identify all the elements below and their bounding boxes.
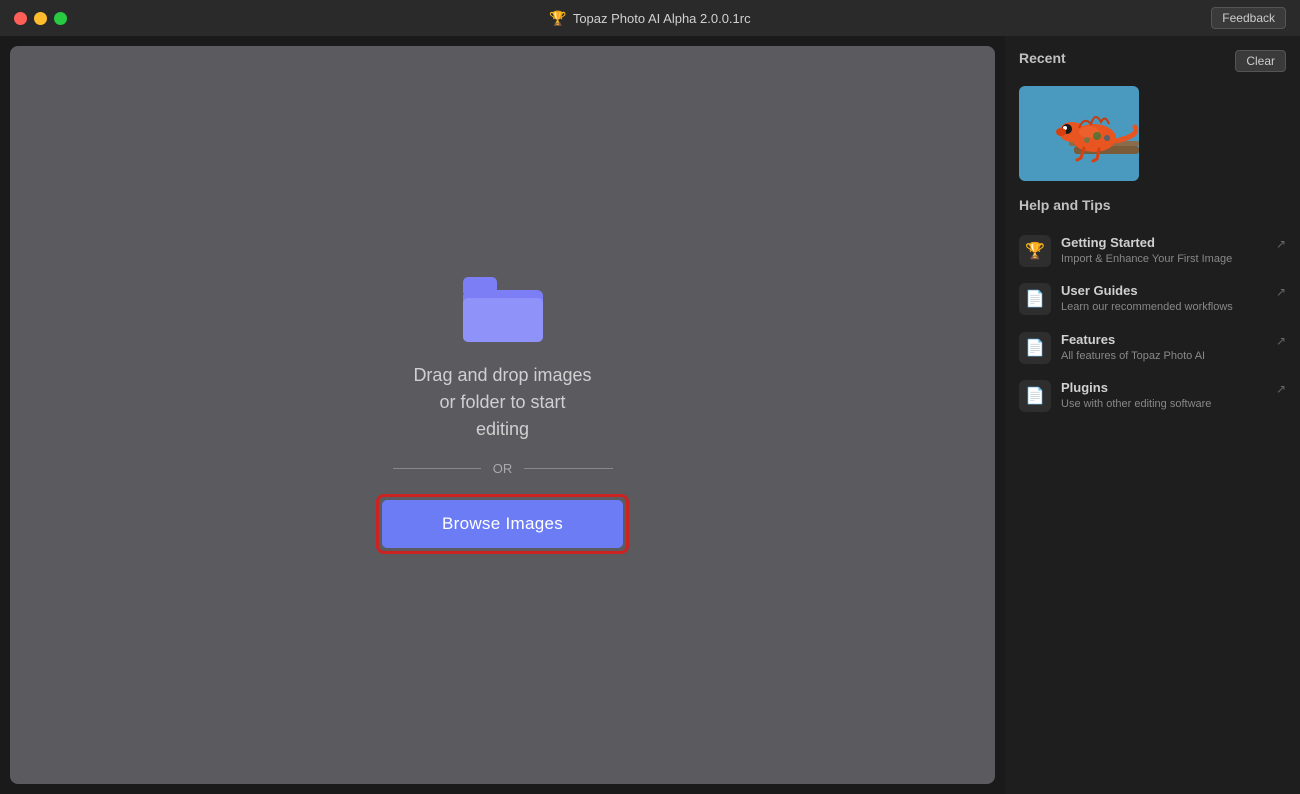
help-item-user-guides[interactable]: 📄 User Guides Learn our recommended work…	[1019, 275, 1286, 323]
help-item-getting-started[interactable]: 🏆 Getting Started Import & Enhance Your …	[1019, 227, 1286, 275]
features-title: Features	[1061, 332, 1266, 347]
divider-line-left	[393, 468, 481, 469]
sidebar: Recent Clear	[1005, 36, 1300, 794]
or-divider: OR	[393, 461, 613, 476]
help-item-features[interactable]: 📄 Features All features of Topaz Photo A…	[1019, 324, 1286, 372]
window-controls	[14, 12, 67, 25]
app-logo-icon: 🏆	[549, 10, 566, 27]
help-tips-title: Help and Tips	[1019, 197, 1286, 213]
plugins-subtitle: Use with other editing software	[1061, 397, 1266, 412]
external-link-icon-4: ↗	[1276, 382, 1286, 396]
getting-started-subtitle: Import & Enhance Your First Image	[1061, 252, 1266, 267]
external-link-icon-2: ↗	[1276, 285, 1286, 299]
minimize-button[interactable]	[34, 12, 47, 25]
feedback-button[interactable]: Feedback	[1211, 7, 1286, 29]
user-guides-title: User Guides	[1061, 283, 1266, 298]
document-icon: 📄	[1019, 283, 1051, 315]
trophy-icon: 🏆	[1019, 235, 1051, 267]
recent-thumbnail[interactable]	[1019, 86, 1139, 181]
clear-button[interactable]: Clear	[1235, 50, 1286, 72]
browse-button-highlight: Browse Images	[376, 494, 629, 554]
features-icon: 📄	[1019, 332, 1051, 364]
external-link-icon-3: ↗	[1276, 334, 1286, 348]
features-subtitle: All features of Topaz Photo AI	[1061, 349, 1266, 364]
main-layout: Drag and drop images or folder to start …	[0, 36, 1300, 794]
help-item-plugins[interactable]: 📄 Plugins Use with other editing softwar…	[1019, 372, 1286, 420]
recent-label: Recent	[1019, 50, 1066, 66]
close-button[interactable]	[14, 12, 27, 25]
plugins-title: Plugins	[1061, 380, 1266, 395]
app-title: 🏆 Topaz Photo AI Alpha 2.0.0.1rc	[549, 10, 750, 27]
or-text: OR	[493, 461, 513, 476]
plugins-text: Plugins Use with other editing software	[1061, 380, 1266, 412]
maximize-button[interactable]	[54, 12, 67, 25]
external-link-icon: ↗	[1276, 237, 1286, 251]
recent-header: Recent Clear	[1019, 50, 1286, 76]
folder-icon	[463, 277, 543, 342]
features-text: Features All features of Topaz Photo AI	[1061, 332, 1266, 364]
divider-line-right	[524, 468, 612, 469]
browse-images-button[interactable]: Browse Images	[382, 500, 623, 548]
drop-zone[interactable]: Drag and drop images or folder to start …	[10, 46, 995, 784]
getting-started-text: Getting Started Import & Enhance Your Fi…	[1061, 235, 1266, 267]
plugins-icon: 📄	[1019, 380, 1051, 412]
getting-started-title: Getting Started	[1061, 235, 1266, 250]
user-guides-text: User Guides Learn our recommended workfl…	[1061, 283, 1266, 315]
titlebar: 🏆 Topaz Photo AI Alpha 2.0.0.1rc Feedbac…	[0, 0, 1300, 36]
user-guides-subtitle: Learn our recommended workflows	[1061, 300, 1266, 315]
drag-drop-text: Drag and drop images or folder to start …	[413, 362, 591, 443]
